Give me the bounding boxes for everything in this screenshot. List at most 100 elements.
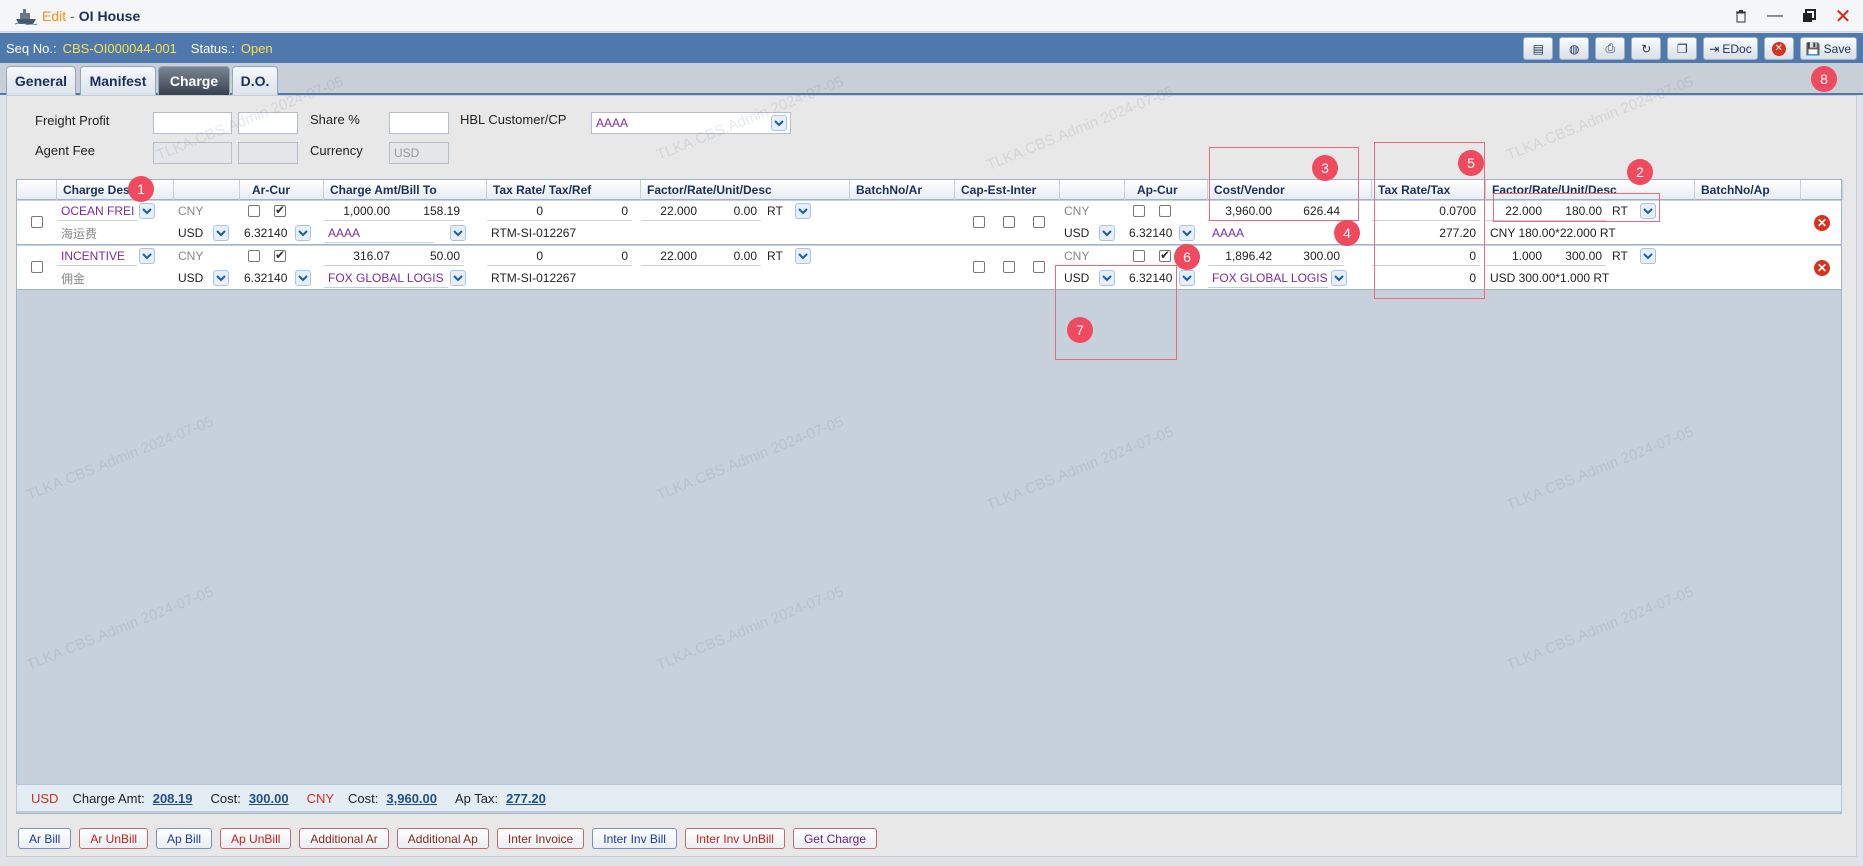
chevron-down-icon[interactable] [139, 248, 155, 264]
rate[interactable]: 0.00 [701, 246, 761, 266]
edoc-button[interactable]: ⇥ EDoc [1703, 37, 1758, 60]
ar-tax[interactable]: 0 [547, 201, 632, 221]
ap-unit[interactable]: RT [1608, 246, 1638, 266]
freight-profit-input-2[interactable] [238, 112, 298, 134]
ap-rate[interactable]: 6.32140 [1125, 223, 1185, 243]
cancel-button[interactable]: ✕ [1763, 37, 1794, 60]
chevron-down-icon[interactable] [1640, 248, 1656, 264]
chevron-down-icon[interactable] [795, 248, 811, 264]
inter-invoice-button[interactable]: Inter Invoice [496, 828, 585, 849]
ap-checkbox-1[interactable] [1133, 250, 1145, 262]
chevron-down-icon[interactable] [139, 203, 155, 219]
factor[interactable]: 22.000 [641, 246, 701, 266]
ar-rate[interactable]: 6.32140 [240, 268, 300, 288]
share-input[interactable] [389, 112, 449, 134]
tab-manifest[interactable]: Manifest [80, 66, 156, 95]
ap-checkbox-1[interactable] [1133, 205, 1145, 217]
inter-inv-bill-button[interactable]: Inter Inv Bill [592, 828, 677, 849]
cny-cost-link[interactable]: 3,960.00 [386, 791, 437, 806]
charge-amount-usd[interactable]: 50.00 [394, 246, 464, 266]
additional-ar-button[interactable]: Additional Ar [299, 828, 389, 849]
factor[interactable]: 22.000 [641, 201, 701, 221]
tab-general[interactable]: General [6, 66, 76, 95]
ar-checkbox-1[interactable] [248, 205, 260, 217]
vendor[interactable]: FOX GLOBAL LOGIS [1208, 268, 1328, 288]
trash-icon[interactable] [1731, 6, 1751, 26]
globe-button[interactable]: ◍ [1559, 37, 1590, 60]
chevron-down-icon[interactable] [450, 225, 466, 241]
chevron-down-icon[interactable] [213, 270, 229, 286]
freight-profit-input-1[interactable] [153, 112, 232, 134]
ar-bill-button[interactable]: Ar Bill [18, 828, 72, 849]
inter-checkbox[interactable] [1033, 216, 1045, 228]
chevron-down-icon[interactable] [795, 203, 811, 219]
ap-checkbox-2[interactable] [1159, 205, 1171, 217]
minimize-icon[interactable]: — [1765, 6, 1785, 26]
delete-row-icon[interactable]: ✕ [1814, 215, 1830, 231]
chevron-down-icon[interactable] [295, 225, 311, 241]
ap-checkbox-2[interactable] [1159, 248, 1171, 262]
ar-unbill-button[interactable]: Ar UnBill [79, 828, 149, 849]
cost-cny[interactable]: 1,896.42 [1208, 246, 1276, 266]
charge-amount-cny[interactable]: 1,000.00 [324, 201, 394, 221]
chevron-down-icon[interactable] [213, 225, 229, 241]
restore-icon[interactable] [1799, 6, 1819, 26]
ar-checkbox-1[interactable] [248, 250, 260, 262]
ap-unbill-button[interactable]: Ap UnBill [220, 828, 292, 849]
inter-inv-unbill-button[interactable]: Inter Inv UnBill [684, 828, 785, 849]
unit[interactable]: RT [763, 246, 793, 266]
est-checkbox[interactable] [1003, 216, 1015, 228]
row-checkbox[interactable] [31, 261, 43, 273]
est-checkbox[interactable] [1003, 261, 1015, 273]
refresh-button[interactable]: ↻ [1631, 37, 1662, 60]
ar-rate[interactable]: 6.32140 [240, 223, 300, 243]
chevron-down-icon[interactable] [1099, 225, 1115, 241]
get-charge-button[interactable]: Get Charge [792, 828, 878, 849]
copy-button[interactable]: ▤ [1523, 37, 1554, 60]
charge-amount-cny[interactable]: 316.07 [324, 246, 394, 266]
charge-amt-link[interactable]: 208.19 [153, 791, 193, 806]
ar-currency-select[interactable]: USD [174, 268, 214, 288]
ar-tax-rate[interactable]: 0 [487, 201, 547, 221]
ap-factor[interactable]: 1.000 [1486, 246, 1546, 266]
ar-tax[interactable]: 0 [547, 246, 632, 266]
tab-charge[interactable]: Charge [158, 66, 230, 95]
chevron-down-icon[interactable] [1179, 225, 1195, 241]
charge-amount-usd[interactable]: 158.19 [394, 201, 464, 221]
inter-checkbox[interactable] [1033, 261, 1045, 273]
chevron-down-icon[interactable] [1179, 270, 1195, 286]
cap-checkbox[interactable] [973, 216, 985, 228]
chevron-down-icon[interactable] [295, 270, 311, 286]
vendor[interactable]: AAAA [1208, 223, 1328, 243]
ar-currency-select[interactable]: USD [174, 223, 214, 243]
bill-to[interactable]: FOX GLOBAL LOGIS [324, 268, 448, 288]
cost-usd[interactable]: 300.00 [1276, 246, 1344, 266]
ap-bill-button[interactable]: Ap Bill [156, 828, 213, 849]
ap-tax-link[interactable]: 277.20 [506, 791, 546, 806]
duplicate-button[interactable]: ❐ [1667, 37, 1698, 60]
ar-checkbox-2[interactable] [274, 203, 286, 217]
cap-checkbox[interactable] [973, 261, 985, 273]
save-button[interactable]: 💾 Save [1799, 37, 1857, 60]
header-blank-1 [174, 180, 240, 200]
chevron-down-icon[interactable] [771, 115, 787, 131]
ar-tax-rate[interactable]: 0 [487, 246, 547, 266]
ar-checkbox-2[interactable] [274, 248, 286, 262]
unit[interactable]: RT [763, 201, 793, 221]
delete-row-icon[interactable]: ✕ [1814, 260, 1830, 276]
additional-ap-button[interactable]: Additional Ap [396, 828, 489, 849]
row-checkbox[interactable] [31, 216, 43, 228]
print-button[interactable]: ⎙ [1595, 37, 1626, 60]
bill-to[interactable]: AAAA [324, 223, 434, 243]
tab-do[interactable]: D.O. [232, 66, 278, 95]
ap-currency-select[interactable]: USD [1060, 223, 1100, 243]
chevron-down-icon[interactable] [1331, 270, 1347, 286]
chevron-down-icon[interactable] [450, 270, 466, 286]
ap-rate-value[interactable]: 300.00 [1546, 246, 1606, 266]
usd-cost-link[interactable]: 300.00 [249, 791, 289, 806]
charge-desc[interactable]: OCEAN FREI [57, 201, 137, 221]
hbl-customer-select[interactable]: AAAA [591, 112, 791, 134]
rate[interactable]: 0.00 [701, 201, 761, 221]
close-icon[interactable]: ✕ [1833, 6, 1853, 28]
charge-desc[interactable]: INCENTIVE [57, 246, 137, 266]
